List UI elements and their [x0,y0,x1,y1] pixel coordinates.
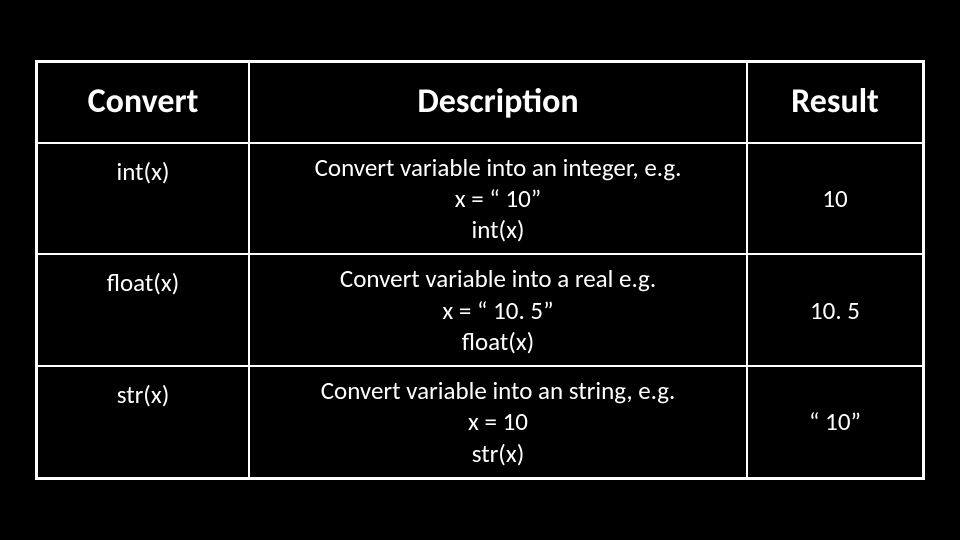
cell-convert: float(x) [38,255,248,365]
cell-result: 10. 5 [746,255,922,365]
desc-line: Convert variable into a real e.g. [340,263,656,294]
col-header-convert: Convert [38,63,248,142]
desc-line: x = “ 10. 5” [442,295,553,326]
desc-line: float(x) [462,326,535,357]
cell-result: “ 10” [746,367,922,477]
conversion-table: Convert Description Result int(x) Conver… [35,60,925,480]
cell-description: Convert variable into an string, e.g. x … [248,367,746,477]
desc-line: Convert variable into an integer, e.g. [315,152,682,183]
cell-convert: int(x) [38,144,248,254]
table-row: float(x) Convert variable into a real e.… [38,253,922,365]
desc-line: str(x) [472,438,525,469]
table-header-row: Convert Description Result [38,63,922,142]
cell-result: 10 [746,144,922,254]
cell-description: Convert variable into a real e.g. x = “ … [248,255,746,365]
desc-line: int(x) [471,214,524,245]
cell-description: Convert variable into an integer, e.g. x… [248,144,746,254]
desc-line: x = 10 [468,406,528,437]
cell-convert: str(x) [38,367,248,477]
col-header-result: Result [746,63,922,142]
desc-line: x = “ 10” [455,183,542,214]
desc-line: Convert variable into an string, e.g. [321,375,676,406]
table-row: str(x) Convert variable into an string, … [38,365,922,477]
table-row: int(x) Convert variable into an integer,… [38,142,922,254]
col-header-description: Description [248,63,746,142]
